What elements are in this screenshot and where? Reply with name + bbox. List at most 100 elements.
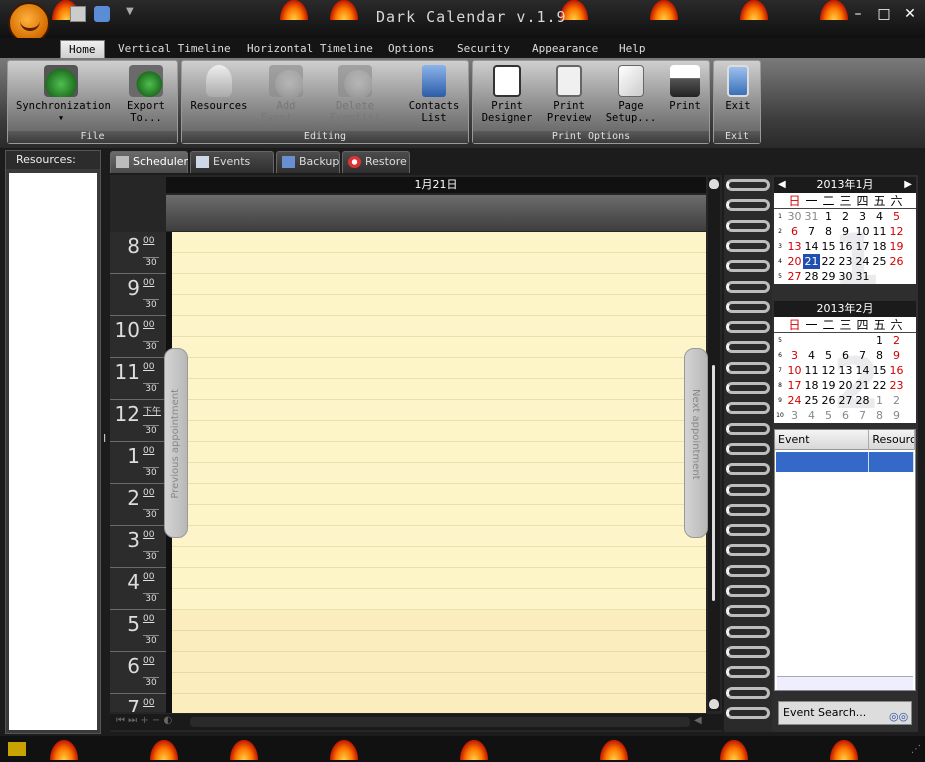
calendar-day[interactable]: 3 (786, 408, 803, 423)
minimize-button[interactable]: – (850, 7, 866, 23)
event-search-button[interactable]: Event Search... ◎◎ (778, 701, 912, 725)
tab-backup[interactable]: Backup (276, 151, 340, 173)
calendar-day[interactable]: 16 (837, 239, 854, 254)
calendar-day[interactable]: 25 (871, 254, 888, 269)
tab-restore[interactable]: Restore (342, 151, 410, 173)
print-preview-button[interactable]: Print Preview (539, 65, 599, 124)
next-month-arrow-icon[interactable]: ▶ (904, 177, 912, 193)
delete-events-button[interactable]: Delete Event(s) (320, 65, 390, 124)
calendar-day[interactable]: 22 (871, 378, 888, 393)
calendar-day[interactable]: 14 (803, 239, 820, 254)
calendar-day[interactable]: 25 (803, 393, 820, 408)
calendar-day[interactable]: 28 (854, 393, 871, 408)
calendar-day[interactable]: 20 (837, 378, 854, 393)
calendar-day[interactable]: 20 (786, 254, 803, 269)
quick-access-dropdown-icon[interactable]: ▼ (126, 6, 134, 17)
calendar-day[interactable]: 4 (803, 348, 820, 363)
calendar-day[interactable]: 8 (871, 408, 888, 423)
calendar-day[interactable]: 27 (786, 269, 803, 284)
calendar-day[interactable]: 30 (786, 209, 803, 224)
calendar-day[interactable]: 8 (871, 348, 888, 363)
calendar-day[interactable]: 24 (786, 393, 803, 408)
maximize-button[interactable]: □ (876, 7, 892, 23)
quick-print-icon[interactable] (70, 6, 86, 22)
tab-options[interactable]: Options (380, 40, 442, 58)
calendar-day[interactable]: 7 (803, 224, 820, 239)
resize-grip-icon[interactable]: ⋰ (911, 744, 921, 755)
quick-sync-icon[interactable] (94, 6, 110, 22)
calendar-day[interactable]: 30 (837, 269, 854, 284)
calendar-day[interactable]: 23 (888, 378, 905, 393)
calendar-day[interactable]: 18 (803, 378, 820, 393)
calendar-day[interactable]: 10 (786, 363, 803, 378)
calendar-day[interactable]: 7 (854, 408, 871, 423)
calendar-day[interactable]: 5 (888, 209, 905, 224)
calendar-day[interactable]: 5 (820, 348, 837, 363)
vertical-scrollbar-thumb[interactable] (712, 365, 715, 601)
calendar-day[interactable]: 5 (820, 408, 837, 423)
close-button[interactable]: ✕ (902, 7, 918, 23)
event-list-selected-row[interactable] (776, 452, 914, 472)
resources-button[interactable]: Resources (186, 65, 252, 112)
skull-scroll-up-icon[interactable] (709, 179, 719, 189)
calendar-day[interactable]: 15 (871, 363, 888, 378)
calendar-day[interactable]: 12 (820, 363, 837, 378)
next-appointment-button[interactable]: Next appointment (684, 348, 708, 538)
calendar-day[interactable]: 18 (871, 239, 888, 254)
calendar-day[interactable]: 26 (820, 393, 837, 408)
tab-vertical-timeline[interactable]: Vertical Timeline (110, 40, 239, 58)
print-button[interactable]: Print (663, 65, 707, 112)
calendar-day[interactable]: 23 (837, 254, 854, 269)
calendar-day[interactable]: 17 (854, 239, 871, 254)
calendar-day[interactable]: 31 (854, 269, 871, 284)
calendar-day[interactable]: 6 (837, 348, 854, 363)
calendar-day[interactable]: 19 (888, 239, 905, 254)
speaker-icon[interactable]: ◀ (694, 715, 702, 726)
tab-help[interactable]: Help (611, 40, 654, 58)
calendar-day[interactable]: 19 (820, 378, 837, 393)
calendar-day[interactable]: 9 (888, 348, 905, 363)
calendar-day[interactable]: 12 (888, 224, 905, 239)
exit-button[interactable]: Exit (718, 65, 758, 112)
column-header-event[interactable]: Event (775, 430, 870, 450)
calendar-day[interactable]: 4 (871, 209, 888, 224)
calendar-day[interactable]: 11 (803, 363, 820, 378)
prev-month-arrow-icon[interactable]: ◀ (778, 177, 786, 193)
calendar-day[interactable]: 26 (888, 254, 905, 269)
calendar-day[interactable]: 13 (837, 363, 854, 378)
synchronization-button[interactable]: Synchronization ▾ (16, 65, 111, 124)
calendar-day[interactable]: 15 (820, 239, 837, 254)
calendar-day[interactable]: 8 (820, 224, 837, 239)
column-header-resource[interactable]: Resource (869, 430, 915, 450)
calendar-day[interactable]: 28 (803, 269, 820, 284)
calendar-day[interactable]: 2 (888, 333, 905, 348)
tab-events-list[interactable]: Events List (190, 151, 274, 188)
calendar-day[interactable]: 4 (803, 408, 820, 423)
horizontal-scrollbar[interactable] (190, 717, 690, 727)
panel-splitter-handle[interactable]: I (103, 432, 107, 452)
calendar-day[interactable]: 16 (888, 363, 905, 378)
calendar-day[interactable]: 2 (888, 393, 905, 408)
tab-security[interactable]: Security (449, 40, 518, 58)
tab-scheduler[interactable]: Scheduler (110, 151, 188, 173)
print-designer-button[interactable]: Print Designer (477, 65, 537, 124)
export-to-button[interactable]: Export To... (116, 65, 176, 124)
calendar-day[interactable]: 27 (837, 393, 854, 408)
skull-scroll-down-icon[interactable] (709, 699, 719, 709)
calendar-day[interactable]: 10 (854, 224, 871, 239)
calendar-day[interactable]: 3 (854, 209, 871, 224)
vertical-scrollbar[interactable] (708, 177, 720, 711)
calendar-day[interactable]: 24 (854, 254, 871, 269)
calendar-day[interactable]: 1 (820, 209, 837, 224)
calendar-day[interactable]: 29 (820, 269, 837, 284)
add-event-button[interactable]: Add Event... (256, 65, 316, 124)
calendar-day[interactable]: 31 (803, 209, 820, 224)
calendar-day[interactable]: 1 (871, 333, 888, 348)
calendar-day[interactable]: 9 (837, 224, 854, 239)
calendar-day[interactable]: 11 (871, 224, 888, 239)
event-list-horizontal-scrollbar[interactable] (777, 676, 913, 690)
calendar-day[interactable]: 17 (786, 378, 803, 393)
calendar-day[interactable]: 13 (786, 239, 803, 254)
day-header[interactable]: 1月21日 (166, 177, 706, 193)
calendar-day[interactable]: 6 (837, 408, 854, 423)
